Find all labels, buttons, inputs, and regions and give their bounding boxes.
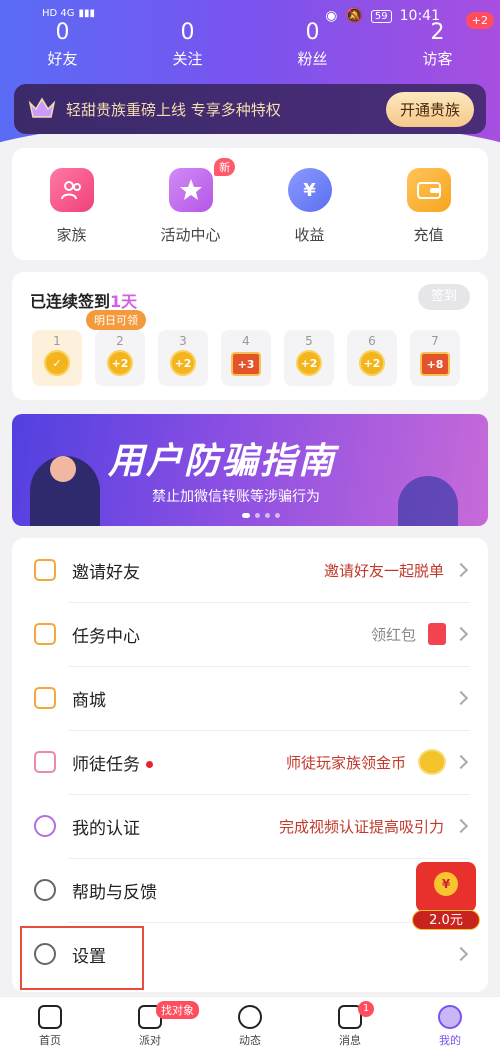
menu-my-verification[interactable]: 我的认证 完成视频认证提高吸引力 bbox=[12, 794, 488, 858]
menu-invite-friends[interactable]: 邀请好友 邀请好友一起脱单 bbox=[12, 538, 488, 602]
crown-icon bbox=[28, 97, 56, 118]
treasure-chest-icon: +8 bbox=[420, 352, 450, 376]
home-icon bbox=[38, 1005, 62, 1029]
chevron-right-icon bbox=[453, 690, 469, 706]
stat-fans[interactable]: 0 粉丝 bbox=[250, 20, 375, 69]
coin-icon: +2 bbox=[170, 350, 196, 376]
vip-banner[interactable]: 轻甜贵族重磅上线 专享多种特权 开通贵族 bbox=[14, 84, 486, 134]
floating-red-packet[interactable]: ¥ 2.0元 bbox=[412, 862, 480, 930]
party-badge: 找对象 bbox=[156, 1001, 199, 1019]
chevron-right-icon bbox=[453, 946, 469, 962]
network-indicator: HD 4G bbox=[42, 8, 75, 19]
yuan-coin-icon: ¥ bbox=[434, 872, 458, 896]
tab-home[interactable]: 首页 bbox=[0, 997, 100, 1051]
banner-title: 用户防骗指南 bbox=[108, 441, 337, 482]
avatar-icon bbox=[438, 1005, 462, 1029]
signal-icon: ▮▮▮ bbox=[78, 8, 96, 19]
star-icon bbox=[168, 168, 213, 212]
stat-following[interactable]: 0 关注 bbox=[125, 20, 250, 69]
person-head-illustration bbox=[50, 456, 76, 482]
new-badge: 新 bbox=[214, 158, 236, 176]
tab-messages[interactable]: 1 消息 bbox=[300, 997, 400, 1051]
red-envelope-icon bbox=[428, 623, 446, 645]
sign-in-card: 已连续签到1天 签到 1 ✓ 2 +2 3 +2 4 +3 5 +2 6 +2 7 +8 明日… bbox=[12, 272, 488, 400]
chevron-right-icon bbox=[453, 754, 469, 770]
stats-row: 0 好友 0 关注 0 粉丝 2 访客 bbox=[0, 20, 500, 69]
coin-icon: +2 bbox=[296, 350, 322, 376]
anti-fraud-banner[interactable]: 用户防骗指南 禁止加微信转账等涉骗行为 bbox=[12, 414, 488, 526]
sign-day[interactable]: 1 ✓ bbox=[32, 330, 82, 386]
banner-pagination bbox=[242, 513, 280, 518]
task-icon bbox=[34, 623, 56, 645]
stat-friends[interactable]: 0 好友 bbox=[0, 20, 125, 69]
coin-icon: +2 bbox=[359, 350, 385, 376]
invite-icon bbox=[34, 559, 56, 581]
tab-me[interactable]: 我的 bbox=[400, 997, 500, 1051]
sign-day[interactable]: 7 +8 bbox=[410, 330, 460, 386]
red-packet-amount: 2.0元 bbox=[412, 910, 480, 930]
quick-recharge[interactable]: 充值 bbox=[369, 148, 488, 260]
quick-earnings[interactable]: ¥ 收益 bbox=[250, 148, 369, 260]
sign-day[interactable]: 2 +2 bbox=[95, 330, 145, 386]
wallet-icon bbox=[406, 168, 451, 212]
treasure-chest-icon: +3 bbox=[231, 352, 261, 376]
bottom-tab-bar: 首页 找对象 派对 动态 1 消息 我的 bbox=[0, 996, 500, 1051]
sign-day[interactable]: 4 +3 bbox=[221, 330, 271, 386]
notification-dot bbox=[146, 761, 153, 768]
visitor-badge: +2 bbox=[465, 12, 494, 29]
plant-illustration bbox=[398, 476, 458, 526]
quick-activity-center[interactable]: 新 活动中心 bbox=[131, 148, 250, 260]
check-icon: ✓ bbox=[44, 350, 70, 376]
shop-icon bbox=[34, 687, 56, 709]
tomorrow-tag: 明日可领 bbox=[86, 310, 146, 330]
tab-party[interactable]: 找对象 派对 bbox=[100, 997, 200, 1051]
sign-in-days: 1 ✓ 2 +2 3 +2 4 +3 5 +2 6 +2 7 +8 bbox=[32, 330, 460, 386]
chevron-right-icon bbox=[453, 562, 469, 578]
gold-coins-icon bbox=[418, 749, 446, 775]
settings-highlight-box bbox=[20, 926, 144, 990]
coin-icon: +2 bbox=[107, 350, 133, 376]
sign-in-title: 已连续签到1天 bbox=[30, 292, 138, 311]
quick-actions: 家族 新 活动中心 ¥ 收益 充值 bbox=[12, 148, 488, 260]
message-count-badge: 1 bbox=[358, 1001, 374, 1017]
sign-day[interactable]: 5 +2 bbox=[284, 330, 334, 386]
help-icon bbox=[34, 879, 56, 901]
menu-mentor-tasks[interactable]: 师徒任务 师徒玩家族领金币 bbox=[12, 730, 488, 794]
quick-family[interactable]: 家族 bbox=[12, 148, 131, 260]
chevron-right-icon bbox=[453, 626, 469, 642]
chevron-right-icon bbox=[453, 818, 469, 834]
verification-icon bbox=[34, 815, 56, 837]
family-icon bbox=[49, 168, 94, 212]
compass-icon bbox=[238, 1005, 262, 1029]
banner-subtitle: 禁止加微信转账等涉骗行为 bbox=[152, 489, 320, 505]
open-vip-button[interactable]: 开通贵族 bbox=[385, 91, 474, 127]
menu-task-center[interactable]: 任务中心 领红包 bbox=[12, 602, 488, 666]
mentor-icon bbox=[34, 751, 56, 773]
sign-in-button[interactable]: 签到 bbox=[418, 284, 470, 310]
sign-day[interactable]: 3 +2 bbox=[158, 330, 208, 386]
money-bag-icon: ¥ bbox=[287, 168, 332, 212]
tab-moments[interactable]: 动态 bbox=[200, 997, 300, 1051]
vip-text: 轻甜贵族重磅上线 专享多种特权 bbox=[66, 100, 281, 119]
menu-mall[interactable]: 商城 bbox=[12, 666, 488, 730]
sign-day[interactable]: 6 +2 bbox=[347, 330, 397, 386]
